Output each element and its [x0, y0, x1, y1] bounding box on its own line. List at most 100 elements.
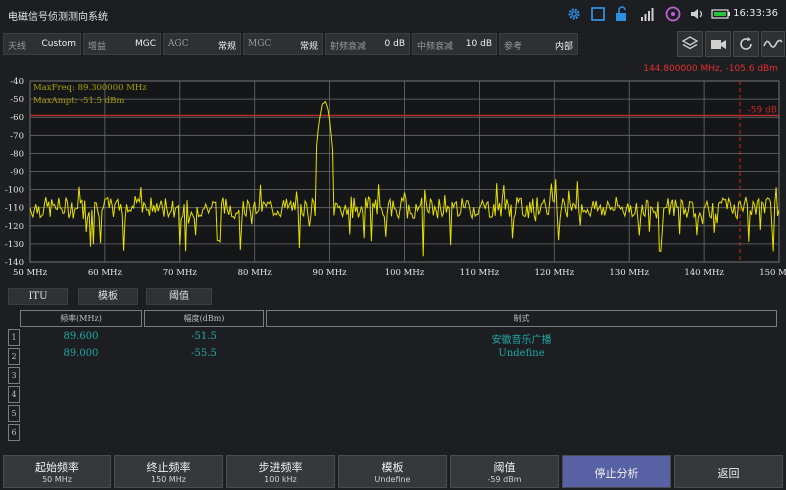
cell-frequency: 89.000: [63, 348, 99, 359]
param-antenna[interactable]: 天线 Custom: [3, 33, 81, 55]
x-tick-label: 90 MHz: [313, 268, 348, 278]
x-tick-label: 50 MHz: [13, 268, 48, 278]
max-amplitude-label: MaxAmpt: -51.5 dBm: [33, 96, 124, 106]
power-icon[interactable]: [665, 6, 681, 22]
row-number: 5: [8, 405, 20, 422]
x-tick-label: 110 MHz: [460, 268, 500, 278]
button-title: 步进频率: [258, 461, 303, 474]
button-value: 150 MHz: [151, 475, 186, 484]
waveform-icon: [763, 39, 783, 48]
refresh-icon: [740, 37, 752, 50]
layers-button[interactable]: [677, 31, 703, 57]
column-header-frequency: 频率(MHz): [20, 310, 142, 327]
y-tick-label: -130: [5, 240, 24, 250]
param-label: 增益: [88, 42, 107, 52]
threshold-label: -59 dB: [748, 105, 777, 115]
y-tick-label: -40: [10, 77, 24, 87]
y-tick-label: -80: [10, 149, 24, 159]
y-tick-label: -70: [10, 131, 24, 141]
param-label: 参考: [504, 42, 523, 52]
video-record-icon: [711, 40, 726, 49]
param-gain[interactable]: 增益 MGC: [83, 33, 161, 55]
param-value: 常规: [217, 42, 236, 52]
button-value: 50 MHz: [42, 475, 72, 484]
cell-frequency: 89.600: [63, 331, 99, 342]
x-tick-label: 120 MHz: [535, 268, 575, 278]
param-value: 内部: [554, 42, 573, 52]
column-header-modulation: 制式: [266, 310, 777, 327]
param-value: 0 dB: [384, 39, 405, 49]
signal-strength-icon: [641, 8, 654, 21]
cell-modulation: Undefine: [498, 348, 545, 359]
cell-amplitude: -51.5: [191, 331, 217, 342]
x-tick-label: 140 MHz: [684, 268, 724, 278]
param-agc[interactable]: AGC 常规: [163, 33, 241, 55]
cell-modulation: 安徽音乐广播: [491, 335, 552, 346]
row-number: 2: [8, 348, 20, 365]
settings-gear-icon[interactable]: [565, 6, 583, 22]
param-mgc[interactable]: MGC 常规: [243, 33, 323, 55]
param-if-attenuation[interactable]: 中频衰减 10 dB: [412, 33, 497, 55]
waveform-button[interactable]: [761, 31, 785, 57]
param-label: AGC: [168, 39, 189, 49]
clock: 16:33:36: [733, 8, 778, 19]
param-label: 天线: [8, 42, 27, 52]
y-tick-label: -60: [10, 113, 24, 123]
button-value: 100 kHz: [264, 475, 297, 484]
template-button[interactable]: 模板 Undefine: [338, 455, 447, 488]
row-number: 3: [8, 367, 20, 384]
lock-icon[interactable]: [614, 6, 630, 22]
row-number: 4: [8, 386, 20, 403]
param-label: 中频衰减: [417, 42, 454, 52]
y-tick-label: -100: [5, 186, 24, 196]
volume-icon[interactable]: [689, 6, 705, 22]
stop-analysis-button[interactable]: 停止分析: [562, 455, 671, 488]
x-tick-label: 100 MHz: [385, 268, 425, 278]
back-button[interactable]: 返回: [674, 455, 783, 488]
x-tick-label: 70 MHz: [163, 268, 198, 278]
button-value: -59 dBm: [487, 475, 522, 484]
param-label: MGC: [248, 39, 272, 49]
x-tick-label: 60 MHz: [88, 268, 123, 278]
battery-icon: [711, 9, 730, 19]
y-tick-label: -120: [5, 222, 24, 232]
button-title: 起始频率: [35, 461, 79, 474]
y-tick-label: -50: [10, 95, 24, 105]
param-reference[interactable]: 参考 内部: [499, 33, 578, 55]
cell-amplitude: -55.5: [191, 348, 217, 359]
stop-frequency-button[interactable]: 终止频率 150 MHz: [114, 455, 223, 488]
param-value: 常规: [299, 42, 318, 52]
button-title: 终止频率: [146, 461, 191, 474]
param-label: 射频衰减: [330, 42, 367, 52]
y-tick-label: -140: [5, 258, 24, 268]
threshold-button[interactable]: 阈值 -59 dBm: [450, 455, 559, 488]
max-frequency-label: MaxFreq: 89.300000 MHz: [33, 83, 147, 93]
refresh-button[interactable]: [733, 31, 759, 57]
button-title: 阈值: [493, 461, 516, 474]
window-icon[interactable]: [590, 6, 606, 22]
button-title: 停止分析: [594, 467, 639, 480]
button-title: 返回: [717, 467, 740, 480]
param-value: MGC: [134, 39, 156, 49]
button-value: Undefine: [374, 475, 411, 484]
record-button[interactable]: [705, 31, 731, 57]
y-tick-label: -90: [10, 168, 24, 178]
param-rf-attenuation[interactable]: 射频衰减 0 dB: [325, 33, 410, 55]
param-value: Custom: [41, 39, 76, 49]
column-header-amplitude: 幅度(dBm): [144, 310, 264, 327]
x-tick-label: 150 MHz: [759, 268, 786, 278]
row-number: 6: [8, 424, 20, 441]
tab-threshold[interactable]: 阈值: [146, 288, 212, 305]
tab-template[interactable]: 模板: [78, 288, 138, 305]
tab-itu[interactable]: ITU: [8, 288, 68, 305]
x-tick-label: 130 MHz: [609, 268, 649, 278]
spectrum-chart[interactable]: 50 MHz 60 MHz 70 MHz 80 MHz 90 MHz 100 MHz 110…: [0, 72, 786, 284]
x-tick-label: 80 MHz: [238, 268, 273, 278]
y-tick-label: -110: [5, 204, 24, 214]
param-value: 10 dB: [465, 39, 492, 49]
row-number: 1: [8, 329, 20, 346]
app-title: 电磁信号侦测测向系统: [8, 12, 108, 23]
start-frequency-button[interactable]: 起始频率 50 MHz: [3, 455, 111, 488]
step-frequency-button[interactable]: 步进频率 100 kHz: [226, 455, 335, 488]
button-title: 模板: [381, 461, 404, 474]
